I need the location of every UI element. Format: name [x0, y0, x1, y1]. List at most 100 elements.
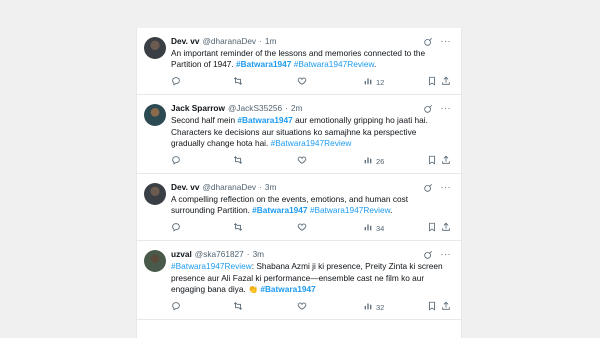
- view-count: 34: [376, 223, 385, 233]
- retweet-button[interactable]: [233, 222, 297, 234]
- separator-dot: ·: [259, 182, 262, 193]
- hashtag-link[interactable]: #Batwara1947Review: [171, 261, 252, 271]
- separator-dot: ·: [246, 249, 250, 260]
- retweet-button[interactable]: [233, 76, 297, 88]
- retweet-icon: [233, 76, 243, 88]
- tweet-header: Dev. vv @dharanaDev · 3m ···: [171, 182, 451, 193]
- like-button[interactable]: [297, 76, 363, 88]
- bookmark-icon: [427, 222, 437, 234]
- views-button[interactable]: 34: [363, 222, 427, 234]
- bookmark-icon: [427, 76, 437, 88]
- bookmark-button[interactable]: [427, 76, 437, 88]
- view-count: 26: [376, 156, 385, 166]
- author-name[interactable]: Jack Sparrow: [171, 103, 225, 114]
- retweet-icon: [233, 301, 243, 313]
- tweet-text: Second half mein #Batwara1947 aur emotio…: [171, 115, 451, 149]
- share-icon: [441, 301, 451, 313]
- avatar[interactable]: [144, 250, 166, 273]
- author-handle[interactable]: @dharanaDev: [202, 182, 256, 193]
- separator-dot: ·: [285, 103, 288, 114]
- reply-icon: [171, 76, 181, 88]
- retweet-button[interactable]: [233, 155, 297, 167]
- bookmark-icon: [427, 155, 437, 167]
- heart-icon: [297, 222, 307, 234]
- author-handle[interactable]: @ska761827: [195, 249, 244, 260]
- share-button[interactable]: [441, 301, 451, 313]
- share-icon: [441, 222, 451, 234]
- hashtag-link[interactable]: #Batwara1947Review: [294, 59, 374, 69]
- text-segment: .: [390, 205, 393, 216]
- tweet-actions: 34: [171, 222, 451, 234]
- tweet[interactable]: uzval @ska761827 · 3m ··· #Batwara1947Review:…: [137, 241, 461, 321]
- like-button[interactable]: [297, 155, 363, 167]
- hashtag-link[interactable]: #Batwara1947: [252, 205, 307, 215]
- author-handle[interactable]: @JackS35256: [228, 103, 282, 114]
- author-name[interactable]: Dev. vv: [171, 182, 199, 193]
- tweet[interactable]: Jack Sparrow @JackS35256 · 2m ··· Second half…: [137, 95, 461, 175]
- views-button[interactable]: 12: [363, 76, 427, 88]
- grok-icon[interactable]: [423, 183, 433, 193]
- author-name[interactable]: Dev. vv: [171, 36, 199, 47]
- reply-button[interactable]: [171, 76, 233, 88]
- more-options-icon[interactable]: ···: [441, 37, 452, 46]
- avatar[interactable]: [144, 104, 166, 127]
- views-button[interactable]: 32: [363, 301, 427, 313]
- hashtag-link[interactable]: #Batwara1947Review: [310, 205, 390, 215]
- tweet-text: A compelling reflection on the events, e…: [171, 194, 451, 216]
- timestamp[interactable]: 1m: [265, 36, 277, 47]
- hashtag-link[interactable]: #Batwara1947: [260, 284, 315, 294]
- tweet-actions: 32: [171, 301, 451, 313]
- share-button[interactable]: [441, 155, 451, 167]
- hashtag-link[interactable]: #Batwara1947: [237, 115, 292, 125]
- header-actions: ···: [423, 104, 452, 114]
- view-count: 32: [376, 302, 385, 312]
- bookmark-button[interactable]: [427, 301, 437, 313]
- tweet-header: Dev. vv @dharanaDev · 1m ···: [171, 36, 451, 47]
- author-name[interactable]: uzval: [171, 249, 192, 260]
- bookmark-button[interactable]: [427, 155, 437, 167]
- reply-button[interactable]: [171, 222, 233, 234]
- analytics-icon: [363, 222, 373, 234]
- views-button[interactable]: 26: [363, 155, 427, 167]
- share-icon: [441, 76, 451, 88]
- avatar[interactable]: [144, 183, 166, 206]
- more-options-icon[interactable]: ···: [441, 104, 452, 113]
- tweet[interactable]: Dev. vv @dharanaDev · 1m ··· An important rem…: [137, 28, 461, 96]
- tweet[interactable]: Dev. vv @dharanaDev · 3m ··· A compelling ref…: [137, 174, 461, 242]
- bookmark-button[interactable]: [427, 222, 437, 234]
- timeline: Dev. vv @dharanaDev · 1m ··· An important rem…: [136, 28, 462, 338]
- grok-icon[interactable]: [423, 104, 433, 114]
- tweet-actions: 12: [171, 76, 451, 88]
- timestamp[interactable]: 3m: [265, 182, 277, 193]
- like-button[interactable]: [297, 301, 363, 313]
- hashtag-link[interactable]: #Batwara1947Review: [271, 138, 352, 148]
- grok-icon[interactable]: [423, 37, 433, 47]
- retweet-icon: [233, 222, 243, 234]
- share-button[interactable]: [441, 222, 451, 234]
- share-icon: [441, 155, 451, 167]
- text-segment: .: [373, 59, 377, 70]
- author-handle[interactable]: @dharanaDev: [202, 36, 256, 47]
- bookmark-icon: [427, 301, 437, 313]
- retweet-button[interactable]: [233, 301, 297, 313]
- header-actions: ···: [423, 183, 452, 193]
- more-options-icon[interactable]: ···: [441, 250, 452, 259]
- like-button[interactable]: [297, 222, 363, 234]
- avatar[interactable]: [144, 37, 166, 59]
- timestamp[interactable]: 2m: [291, 103, 303, 114]
- reply-button[interactable]: [171, 155, 233, 167]
- analytics-icon: [363, 301, 373, 313]
- retweet-icon: [233, 155, 243, 167]
- hashtag-link[interactable]: #Batwara1947: [236, 59, 291, 69]
- timestamp[interactable]: 3m: [253, 249, 265, 260]
- reply-icon: [171, 155, 181, 167]
- header-actions: ···: [423, 37, 452, 47]
- reply-button[interactable]: [171, 301, 233, 313]
- analytics-icon: [363, 76, 373, 88]
- grok-icon[interactable]: [423, 250, 433, 260]
- tweet-text: #Batwara1947Review: Shabana Azmi ji ki p…: [171, 261, 451, 295]
- tweet-actions: 26: [171, 155, 451, 167]
- heart-icon: [297, 155, 307, 167]
- more-options-icon[interactable]: ···: [441, 183, 452, 192]
- share-button[interactable]: [441, 76, 451, 88]
